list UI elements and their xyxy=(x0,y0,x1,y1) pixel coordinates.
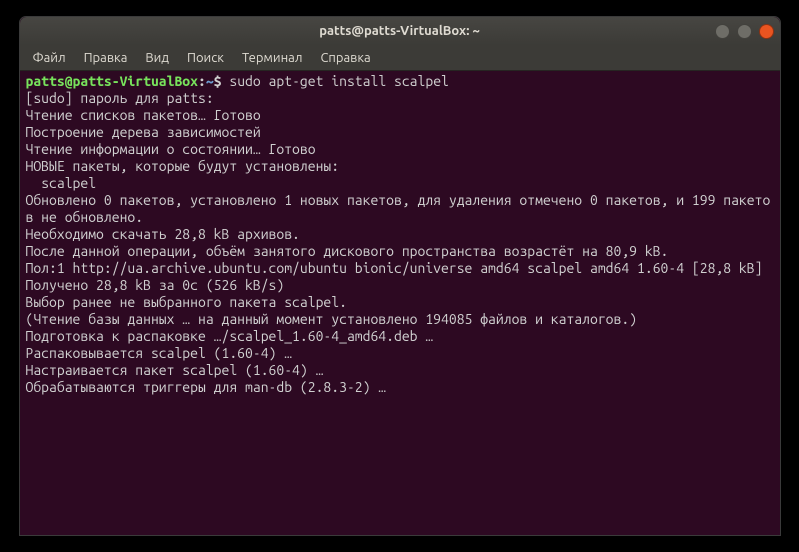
menu-search[interactable]: Поиск xyxy=(178,48,233,68)
window-controls xyxy=(715,24,774,39)
menu-view[interactable]: Вид xyxy=(136,48,178,68)
menubar: Файл Правка Вид Поиск Терминал Справка xyxy=(20,45,780,71)
output-line: [sudo] пароль для patts: xyxy=(26,90,214,106)
prompt-dollar: $ xyxy=(214,73,222,89)
menu-file[interactable]: Файл xyxy=(24,48,75,68)
output-line: Пол:1 http://ua.archive.ubuntu.com/ubunt… xyxy=(26,260,763,276)
maximize-button[interactable] xyxy=(737,24,752,39)
output-line: Необходимо скачать 28,8 kB архивов. xyxy=(26,226,300,242)
menu-edit[interactable]: Правка xyxy=(75,48,137,68)
minimize-button[interactable] xyxy=(715,24,730,39)
menu-help[interactable]: Справка xyxy=(311,48,379,68)
menu-terminal[interactable]: Терминал xyxy=(233,48,311,68)
output-line: scalpel xyxy=(26,175,97,191)
output-line: Обновлено 0 пакетов, установлено 1 новых… xyxy=(26,192,771,225)
output-line: Обрабатываются триггеры для man-db (2.8.… xyxy=(26,379,387,395)
output-line: НОВЫЕ пакеты, которые будут установлены: xyxy=(26,158,340,174)
window-title: patts@patts-VirtualBox: ~ xyxy=(20,24,780,38)
output-line: Подготовка к распаковке …/scalpel_1.60-4… xyxy=(26,328,434,344)
prompt-colon: : xyxy=(198,73,206,89)
output-line: Настраивается пакет scalpel (1.60-4) … xyxy=(26,362,324,378)
output-line: Получено 28,8 kB за 0с (526 kB/s) xyxy=(26,277,285,293)
output-line: Построение дерева зависимостей xyxy=(26,124,261,140)
titlebar: patts@patts-VirtualBox: ~ xyxy=(20,17,780,45)
prompt-user: patts@patts-VirtualBox xyxy=(26,73,198,89)
prompt-path: ~ xyxy=(206,73,214,89)
close-button[interactable] xyxy=(759,24,774,39)
output-line: Распаковывается scalpel (1.60-4) … xyxy=(26,345,293,361)
output-line: (Чтение базы данных … на данный момент у… xyxy=(26,311,638,327)
output-line: Выбор ранее не выбранного пакета scalpel… xyxy=(26,294,347,310)
output-line: Чтение информации о состоянии… Готово xyxy=(26,141,316,157)
output-line: После данной операции, объём занятого ди… xyxy=(26,243,669,259)
command-text: sudo apt-get install scalpel xyxy=(229,73,449,89)
terminal-content[interactable]: patts@patts-VirtualBox:~$ sudo apt-get i… xyxy=(20,71,780,535)
output-line: Чтение списков пакетов… Готово xyxy=(26,107,261,123)
terminal-window: patts@patts-VirtualBox: ~ Файл Правка Ви… xyxy=(19,16,781,536)
